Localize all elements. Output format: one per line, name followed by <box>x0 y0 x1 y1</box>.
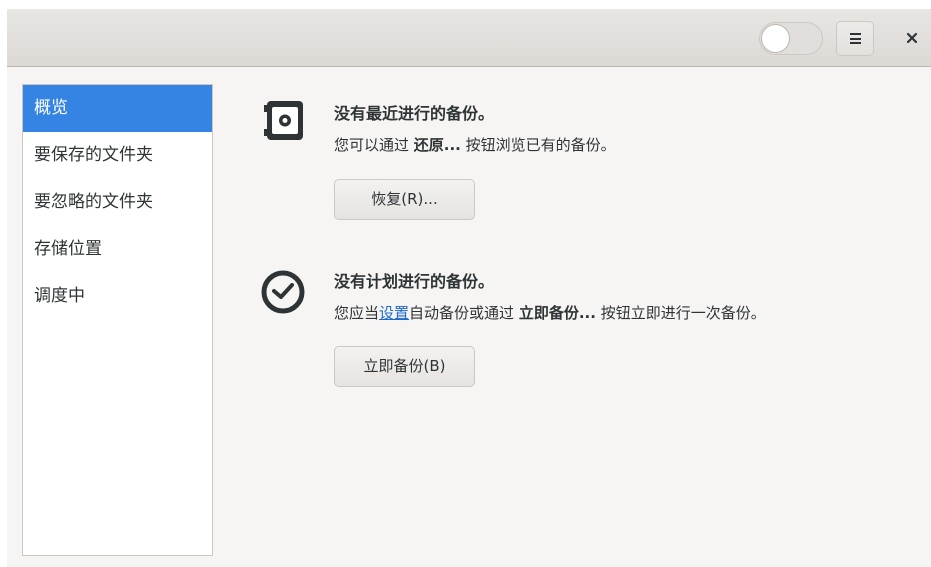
safe-icon <box>264 101 303 140</box>
sidebar: 概览 要保存的文件夹 要忽略的文件夹 存储位置 调度中 <box>22 84 213 556</box>
main-window: 概览 要保存的文件夹 要忽略的文件夹 存储位置 调度中 没有最近进行的备份。 您… <box>7 9 931 567</box>
backup-toggle-switch[interactable] <box>759 22 823 55</box>
backup-now-button[interactable]: 立即备份(B) <box>334 346 475 387</box>
sidebar-item-overview[interactable]: 概览 <box>23 85 212 132</box>
restore-button[interactable]: 恢复(R)... <box>334 179 475 220</box>
sidebar-item-storage-location[interactable]: 存储位置 <box>23 226 212 273</box>
restore-description: 您可以通过 还原... 按钮浏览已有的备份。 <box>334 136 616 154</box>
clock-icon <box>261 270 305 314</box>
settings-link[interactable]: 设置 <box>379 304 409 322</box>
sidebar-item-folders-to-ignore[interactable]: 要忽略的文件夹 <box>23 179 212 226</box>
sidebar-item-scheduling[interactable]: 调度中 <box>23 273 212 320</box>
schedule-description: 您应当设置自动备份或通过 立即备份... 按钮立即进行一次备份。 <box>334 304 766 322</box>
headerbar <box>7 9 931 67</box>
restore-title: 没有最近进行的备份。 <box>334 104 495 123</box>
switch-knob <box>761 24 790 53</box>
menu-button[interactable] <box>836 21 874 56</box>
open-menu-icon <box>850 33 861 44</box>
schedule-title: 没有计划进行的备份。 <box>334 272 495 291</box>
close-button[interactable] <box>897 23 927 53</box>
sidebar-item-folders-to-save[interactable]: 要保存的文件夹 <box>23 132 212 179</box>
close-icon <box>906 32 918 44</box>
